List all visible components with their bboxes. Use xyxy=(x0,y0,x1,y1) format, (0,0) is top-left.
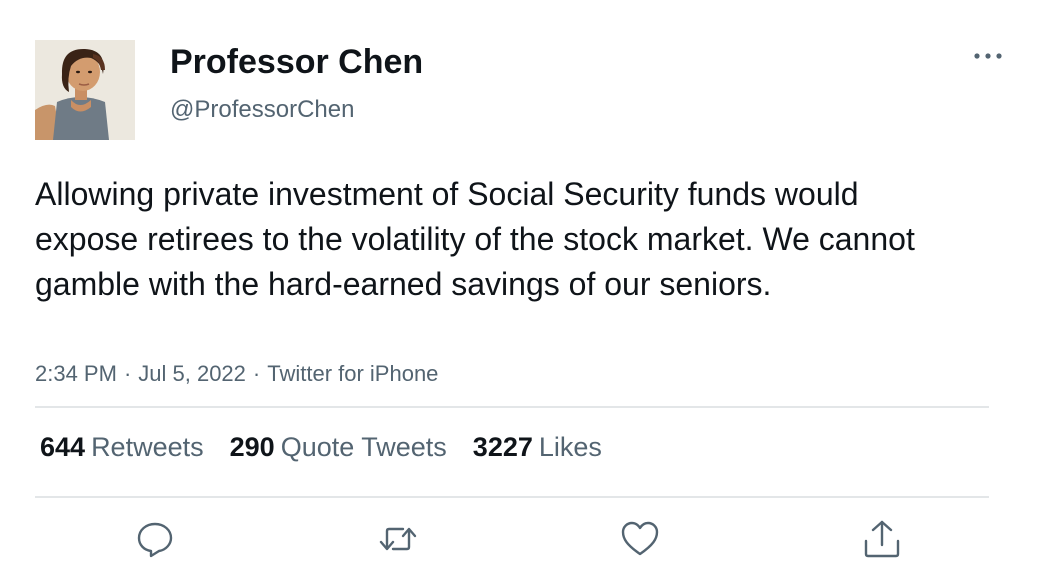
tweet-source[interactable]: Twitter for iPhone xyxy=(267,361,438,386)
avatar[interactable] xyxy=(35,40,135,140)
tweet-text: Allowing private investment of Social Se… xyxy=(35,176,915,302)
tweet-meta: 2:34 PM · Jul 5, 2022 · Twitter for iPhone xyxy=(35,361,438,387)
quote-tweets-label: Quote Tweets xyxy=(280,432,447,462)
tweet-date[interactable]: Jul 5, 2022 xyxy=(138,361,246,386)
more-options-icon[interactable] xyxy=(968,40,1008,72)
display-name[interactable]: Professor Chen xyxy=(170,43,423,82)
share-icon[interactable] xyxy=(861,518,903,560)
retweets-label: Retweets xyxy=(91,432,204,462)
retweet-icon[interactable] xyxy=(377,518,419,560)
divider xyxy=(35,496,989,498)
likes-label: Likes xyxy=(538,432,602,462)
retweets-count: 644 xyxy=(40,432,86,462)
tweet-time[interactable]: 2:34 PM xyxy=(35,361,117,386)
engagement-stats: 644 Retweets 290 Quote Tweets 3227 Likes xyxy=(40,432,628,463)
likes-count: 3227 xyxy=(472,432,533,462)
reply-icon[interactable] xyxy=(134,518,176,560)
quote-tweets-stat[interactable]: 290 Quote Tweets xyxy=(230,432,447,463)
quote-tweets-count: 290 xyxy=(229,432,275,462)
divider xyxy=(35,406,989,408)
user-handle[interactable]: @ProfessorChen xyxy=(170,96,354,124)
like-icon[interactable] xyxy=(619,518,661,560)
retweets-stat[interactable]: 644 Retweets xyxy=(40,432,204,463)
meta-separator: · xyxy=(252,361,261,386)
likes-stat[interactable]: 3227 Likes xyxy=(473,432,602,463)
meta-separator: · xyxy=(123,361,132,386)
tweet-card: Professor Chen @ProfessorChen Allowing p… xyxy=(0,0,1050,570)
